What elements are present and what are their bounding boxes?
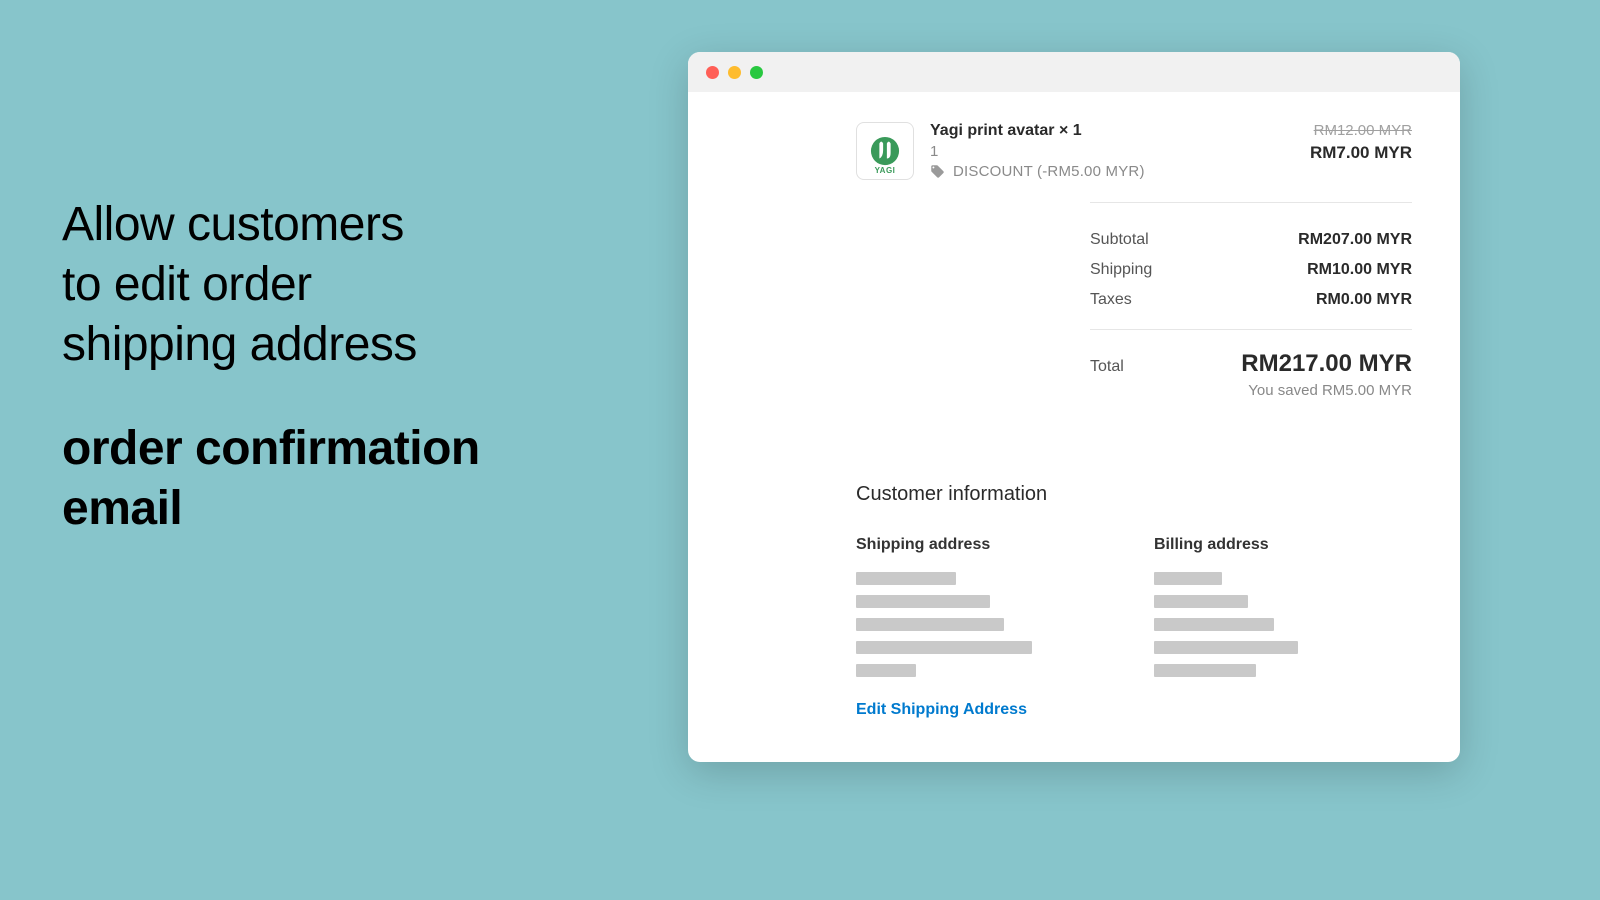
thumbnail-label: YAGI — [875, 166, 896, 175]
address-placeholder-line — [1154, 595, 1248, 608]
maximize-icon[interactable] — [750, 66, 763, 79]
item-title: Yagi print avatar × 1 — [930, 122, 1310, 140]
address-placeholder-line — [1154, 572, 1222, 585]
address-placeholder-line — [1154, 618, 1274, 631]
headline-bold-line: order confirmation — [62, 422, 480, 475]
close-icon[interactable] — [706, 66, 719, 79]
shipping-value: RM10.00 MYR — [1307, 261, 1412, 279]
taxes-label: Taxes — [1090, 291, 1132, 309]
taxes-value: RM0.00 MYR — [1316, 291, 1412, 309]
shipping-address-block: Shipping address Edit Shipping Address — [856, 536, 1114, 719]
headline-bold-line: email — [62, 482, 182, 535]
address-placeholder-line — [856, 641, 1032, 654]
headline-line: to edit order — [62, 258, 312, 311]
minimize-icon[interactable] — [728, 66, 741, 79]
total-value: RM217.00 MYR — [1241, 350, 1412, 378]
savings-text: You saved RM5.00 MYR — [1090, 382, 1412, 423]
shipping-label: Shipping — [1090, 261, 1152, 279]
order-line-item: YAGI Yagi print avatar × 1 1 DISCOUNT (-… — [688, 92, 1460, 202]
total-label: Total — [1090, 358, 1124, 376]
billing-address-title: Billing address — [1154, 536, 1412, 554]
address-placeholder-line — [856, 572, 956, 585]
headline-line: Allow customers — [62, 198, 404, 251]
address-placeholder-line — [856, 664, 916, 677]
discount-text: DISCOUNT (-RM5.00 MYR) — [953, 163, 1145, 180]
address-placeholder-line — [856, 618, 1004, 631]
tag-icon — [930, 164, 945, 179]
email-window: YAGI Yagi print avatar × 1 1 DISCOUNT (-… — [688, 52, 1460, 762]
product-thumbnail: YAGI — [856, 122, 914, 180]
subtotal-label: Subtotal — [1090, 231, 1149, 249]
window-titlebar — [688, 52, 1460, 92]
customer-info-heading: Customer information — [856, 483, 1412, 506]
edit-shipping-address-link[interactable]: Edit Shipping Address — [856, 701, 1114, 719]
headline-line: shipping address — [62, 318, 417, 371]
taxes-row: Taxes RM0.00 MYR — [1090, 285, 1412, 315]
shipping-address-title: Shipping address — [856, 536, 1114, 554]
item-quantity: 1 — [930, 143, 1310, 160]
address-placeholder-line — [1154, 664, 1256, 677]
yagi-logo-icon — [870, 136, 900, 166]
shipping-row: Shipping RM10.00 MYR — [1090, 255, 1412, 285]
promo-headline: Allow customers to edit order shipping a… — [62, 195, 480, 539]
subtotal-value: RM207.00 MYR — [1298, 231, 1412, 249]
price-original: RM12.00 MYR — [1310, 122, 1412, 139]
price-discounted: RM7.00 MYR — [1310, 143, 1412, 163]
total-row: Total RM217.00 MYR — [1090, 330, 1412, 382]
subtotal-row: Subtotal RM207.00 MYR — [1090, 225, 1412, 255]
billing-address-block: Billing address — [1154, 536, 1412, 719]
address-placeholder-line — [1154, 641, 1298, 654]
address-placeholder-line — [856, 595, 990, 608]
